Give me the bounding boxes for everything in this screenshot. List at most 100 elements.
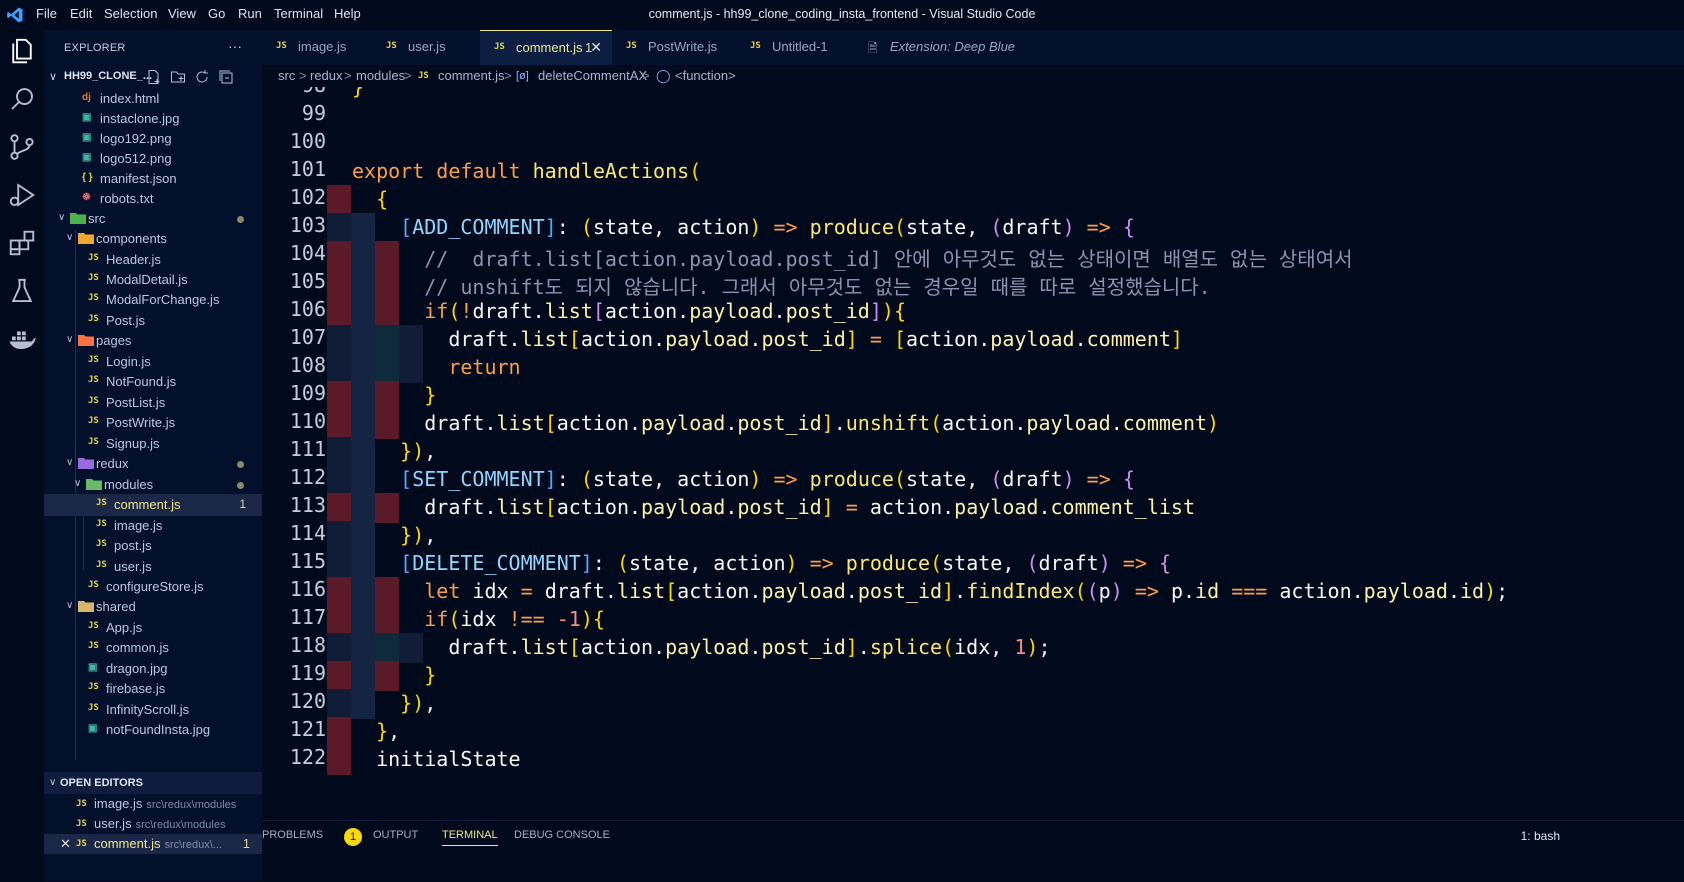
open-editor-item[interactable]: JS image.js src\redux\modules (44, 794, 262, 814)
extensions-icon[interactable] (7, 228, 37, 258)
open-editors-header[interactable]: ∨ OPEN EDITORS (44, 772, 262, 794)
code-line[interactable]: // unshift도 되지 않습니다. 그래서 아무것도 없는 경우일 때를 … (352, 271, 1210, 300)
tree-folder-shared[interactable]: ∨ shared (44, 596, 262, 618)
tree-file[interactable]: ▣ dragon.jpg (44, 658, 262, 680)
menu-file[interactable]: File (36, 6, 57, 21)
tree-file[interactable]: JS PostList.js (44, 392, 262, 414)
tree-file[interactable]: JS user.js (44, 556, 262, 578)
code-line[interactable]: export default handleActions( (352, 159, 701, 183)
breadcrumb-item[interactable]: src (278, 68, 295, 83)
new-folder-icon[interactable] (170, 69, 186, 85)
open-editor-item[interactable]: JS user.js src\redux\modules (44, 814, 262, 834)
search-icon[interactable] (7, 84, 37, 114)
tab-extension-deep-blue[interactable]: 🗎 Extension: Deep Blue (854, 30, 1024, 65)
code-line[interactable]: return (352, 355, 520, 379)
source-control-icon[interactable] (7, 132, 37, 162)
code-line[interactable]: [DELETE_COMMENT]: (state, action) => pro… (352, 551, 1171, 575)
tree-file[interactable]: JS Header.js (44, 249, 262, 271)
tab-debug-console[interactable]: DEBUG CONSOLE (514, 829, 610, 841)
tree-file[interactable]: JS Post.js (44, 310, 262, 332)
open-editor-item-active[interactable]: ✕ JS comment.js src\redux\... 1 (44, 834, 262, 854)
code-editor[interactable]: 98 99 100 101 102 103 104 105 106 107 108 109 110 111… (262, 87, 1684, 820)
code-line[interactable]: { (352, 187, 388, 211)
tree-file[interactable]: { } manifest.json (44, 168, 262, 190)
code-line[interactable]: }), (352, 691, 436, 715)
tree-file[interactable]: JS InfinityScroll.js (44, 699, 262, 721)
menu-selection[interactable]: Selection (104, 6, 157, 21)
menu-help[interactable]: Help (334, 6, 361, 21)
code-line[interactable]: draft.list[action.payload.post_id] = [ac… (352, 327, 1183, 351)
tab-user-js[interactable]: JS user.js (372, 30, 480, 65)
tree-file[interactable]: JS ModalForChange.js (44, 289, 262, 311)
tree-file[interactable]: ▣ logo192.png (44, 128, 262, 150)
tab-output[interactable]: OUTPUT (373, 829, 418, 841)
tree-file[interactable]: JS common.js (44, 637, 262, 659)
code-line[interactable]: draft.list[action.payload.post_id].unshi… (352, 411, 1219, 435)
tree-file[interactable]: ▣ notFoundInsta.jpg (44, 719, 262, 741)
tree-folder-pages[interactable]: ∨ pages (44, 330, 262, 352)
docker-icon[interactable] (7, 324, 37, 354)
tree-folder-src[interactable]: ∨ src (44, 208, 262, 230)
code-line[interactable]: }), (352, 523, 436, 547)
tab-untitled-1[interactable]: JS Untitled-1 (736, 30, 854, 65)
breadcrumb-item[interactable]: redux (310, 68, 343, 83)
code-line[interactable]: draft.list[action.payload.post_id].splic… (352, 635, 1050, 659)
menu-edit[interactable]: Edit (70, 6, 92, 21)
code-line[interactable]: // draft.list[action.payload.post_id] 안에… (352, 243, 1352, 272)
tab-image-js[interactable]: JS image.js (262, 30, 372, 65)
tab-comment-js[interactable]: JS comment.js 1 ✕ (480, 30, 612, 65)
terminal-select[interactable]: 1: bash (1521, 829, 1560, 843)
code-line[interactable]: } (352, 383, 436, 407)
tree-file[interactable]: JS firebase.js (44, 678, 262, 700)
tree-file[interactable]: JS PostWrite.js (44, 412, 262, 434)
code-line[interactable]: }), (352, 439, 436, 463)
menu-go[interactable]: Go (208, 6, 225, 21)
tree-file[interactable]: JS App.js (44, 617, 262, 639)
tree-file[interactable]: JS Login.js (44, 351, 262, 373)
code-line[interactable]: }, (352, 719, 400, 743)
tree-file[interactable]: JS image.js (44, 515, 262, 537)
run-debug-icon[interactable] (7, 180, 37, 210)
code-line[interactable]: [ADD_COMMENT]: (state, action) => produc… (352, 215, 1135, 239)
refresh-icon[interactable] (194, 69, 210, 85)
tree-file[interactable]: JS NotFound.js (44, 371, 262, 393)
tree-file[interactable]: JS comment.js 1 (44, 494, 262, 516)
minimap[interactable] (1670, 87, 1684, 820)
tree-file[interactable]: JS Signup.js (44, 433, 262, 455)
tree-file[interactable]: dj index.html (44, 88, 262, 110)
code-line[interactable]: if(idx !== -1){ (352, 607, 605, 631)
tree-folder-modules[interactable]: ∨ modules (44, 474, 262, 496)
tab-problems[interactable]: PROBLEMS (262, 829, 323, 841)
tree-file[interactable]: ▣ instaclone.jpg (44, 108, 262, 130)
close-icon[interactable]: ✕ (590, 39, 602, 56)
tree-file[interactable]: ☸ robots.txt (44, 188, 262, 210)
tree-file[interactable]: JS post.js (44, 535, 262, 557)
tree-file[interactable]: ▣ logo512.png (44, 148, 262, 170)
tab-terminal[interactable]: TERMINAL (442, 829, 498, 846)
explorer-icon[interactable] (7, 36, 37, 66)
collapse-all-icon[interactable] (218, 69, 234, 85)
tree-file[interactable]: JS ModalDetail.js (44, 269, 262, 291)
code-line[interactable]: if(!draft.list[action.payload.post_id]){ (352, 299, 906, 323)
new-file-icon[interactable] (146, 69, 162, 85)
menu-view[interactable]: View (168, 6, 196, 21)
code-line[interactable]: initialState (352, 747, 521, 771)
tab-postwrite-js[interactable]: JS PostWrite.js (612, 30, 736, 65)
breadcrumb-item[interactable]: comment.js (438, 68, 504, 83)
breadcrumb-item[interactable]: modules (356, 68, 405, 83)
close-icon[interactable]: ✕ (60, 836, 71, 852)
code-line[interactable]: } (352, 87, 364, 99)
code-line[interactable]: let idx = draft.list[action.payload.post… (352, 579, 1508, 603)
code-line[interactable]: } (352, 663, 436, 687)
testing-icon[interactable] (7, 276, 37, 306)
more-actions-icon[interactable]: ··· (228, 38, 242, 54)
code-line[interactable]: draft.list[action.payload.post_id] = act… (352, 495, 1195, 519)
tree-file[interactable]: JS configureStore.js (44, 576, 262, 598)
code-line[interactable]: [SET_COMMENT]: (state, action) => produc… (352, 467, 1135, 491)
tree-folder-components[interactable]: ∨ components (44, 228, 262, 250)
menu-terminal[interactable]: Terminal (274, 6, 323, 21)
breadcrumb-item[interactable]: <function> (675, 68, 736, 83)
tree-folder-redux[interactable]: ∨ redux (44, 453, 262, 475)
breadcrumb-item[interactable]: deleteCommentAX (538, 68, 647, 83)
menu-run[interactable]: Run (238, 6, 262, 21)
